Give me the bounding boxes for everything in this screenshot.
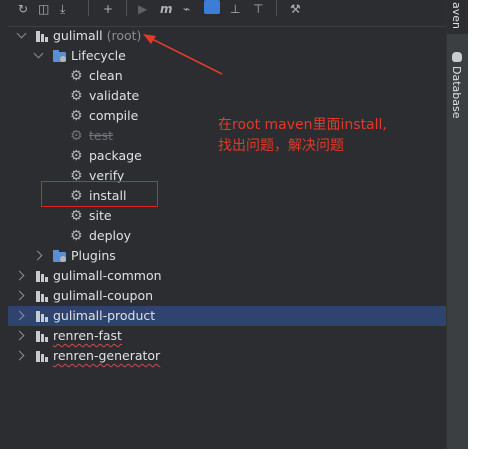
root-project-label: gulimall (root)	[53, 28, 142, 43]
phase-clean: clean	[89, 68, 123, 83]
gear-icon: ⚙	[70, 168, 83, 184]
add-icon[interactable]: +	[103, 0, 113, 18]
lifecycle-label: Lifecycle	[71, 48, 126, 63]
collapse-arrow-icon[interactable]	[14, 310, 25, 321]
tree-row-module[interactable]: renren-generator	[8, 346, 446, 366]
lifecycle-phase-row[interactable]: ⚙ clean	[8, 66, 446, 86]
gear-icon: ⚙	[70, 228, 83, 244]
module-label: gulimall-coupon	[53, 288, 154, 303]
tree-row-plugins[interactable]: Plugins	[8, 246, 446, 266]
maven-tab-label: aven	[450, 2, 463, 29]
maven-tool-window: ↻ ◫ ⤓ + ▶ m ⌁ ⊥ ⊤ ⚒ aven Database gulima…	[0, 0, 477, 461]
annotation-text: 在root maven里面install, 找出问题，解决问题	[218, 115, 387, 157]
annotation-line: 找出问题，解决问题	[218, 138, 344, 154]
toggle-offline-icon[interactable]: ⌁	[183, 0, 190, 18]
skip-tests-icon[interactable]	[204, 0, 220, 14]
gear-icon: ⚙	[70, 108, 83, 124]
right-tool-bar: aven Database	[446, 0, 468, 449]
module-label: renren-fast	[53, 328, 122, 343]
phase-site: site	[89, 208, 112, 223]
phase-compile: compile	[89, 108, 139, 123]
show-dependencies-icon[interactable]: ⊥	[230, 0, 240, 18]
maven-module-icon	[36, 351, 48, 362]
download-icon[interactable]: ⤓	[60, 0, 65, 18]
plugins-label: Plugins	[71, 248, 116, 263]
phase-test-skipped: test	[89, 128, 114, 143]
tree-row-module[interactable]: gulimall-coupon	[8, 286, 446, 306]
collapse-arrow-icon[interactable]	[32, 250, 43, 261]
collapse-arrow-icon[interactable]	[14, 350, 25, 361]
maven-module-icon	[36, 31, 48, 42]
gear-icon: ⚙	[70, 128, 83, 144]
database-icon	[452, 52, 462, 62]
phase-install: install	[89, 188, 127, 203]
maven-module-icon	[36, 331, 48, 342]
maven-module-icon	[36, 271, 48, 282]
tree-row-lifecycle[interactable]: Lifecycle	[8, 46, 446, 66]
refresh-icon[interactable]: ↻	[18, 0, 28, 18]
tree-row-module-selected[interactable]: gulimall-product	[8, 306, 446, 326]
tree-row-root[interactable]: gulimall (root)	[8, 26, 446, 46]
run-icon[interactable]: ▶	[138, 0, 147, 18]
execute-goal-icon[interactable]: m	[160, 0, 173, 18]
collapse-arrow-icon[interactable]	[14, 290, 25, 301]
settings-icon[interactable]: ⚒	[290, 0, 301, 18]
left-edge-strip	[0, 0, 8, 449]
lifecycle-phase-row[interactable]: ⚙ verify	[8, 166, 446, 186]
expand-arrow-icon[interactable]	[16, 28, 27, 39]
maven-tab[interactable]: aven	[447, 0, 468, 34]
gear-icon: ⚙	[70, 88, 83, 104]
lifecycle-phase-row[interactable]: ⚙ install	[8, 186, 446, 206]
phase-validate: validate	[89, 88, 140, 103]
database-tab-label: Database	[450, 66, 463, 119]
module-label: gulimall-common	[53, 268, 162, 283]
gear-icon: ⚙	[70, 208, 83, 224]
lifecycle-phase-row[interactable]: ⚙ deploy	[8, 226, 446, 246]
annotation-line: 在root maven里面install,	[218, 117, 387, 133]
gear-icon: ⚙	[70, 68, 83, 84]
toolbar-separator	[126, 0, 127, 16]
database-tab[interactable]: Database	[447, 48, 468, 128]
toolbar-separator	[88, 0, 89, 16]
phase-deploy: deploy	[89, 228, 132, 243]
collapse-arrow-icon[interactable]	[14, 330, 25, 341]
phase-verify: verify	[89, 168, 125, 183]
plugins-folder-icon	[53, 250, 66, 262]
tree-row-module[interactable]: renren-fast	[8, 326, 446, 346]
lifecycle-folder-icon	[53, 50, 66, 62]
toolbar-separator	[276, 0, 277, 16]
collapse-arrow-icon[interactable]	[14, 270, 25, 281]
maven-toolbar: ↻ ◫ ⤓ + ▶ m ⌁ ⊥ ⊤ ⚒	[8, 0, 446, 27]
lifecycle-phase-row[interactable]: ⚙ validate	[8, 86, 446, 106]
module-label: renren-generator	[53, 348, 161, 363]
gear-icon: ⚙	[70, 148, 83, 164]
lifecycle-phase-row[interactable]: ⚙ site	[8, 206, 446, 226]
gear-icon: ⚙	[70, 188, 83, 204]
phase-package: package	[89, 148, 142, 163]
maven-module-icon	[36, 311, 48, 322]
expand-arrow-icon[interactable]	[33, 48, 44, 59]
generate-sources-icon[interactable]: ◫	[38, 0, 49, 18]
bottom-margin	[0, 449, 477, 461]
collapse-all-icon[interactable]: ⊤	[253, 0, 263, 18]
tree-row-module[interactable]: gulimall-common	[8, 266, 446, 286]
maven-module-icon	[36, 291, 48, 302]
module-label: gulimall-product	[53, 308, 156, 323]
